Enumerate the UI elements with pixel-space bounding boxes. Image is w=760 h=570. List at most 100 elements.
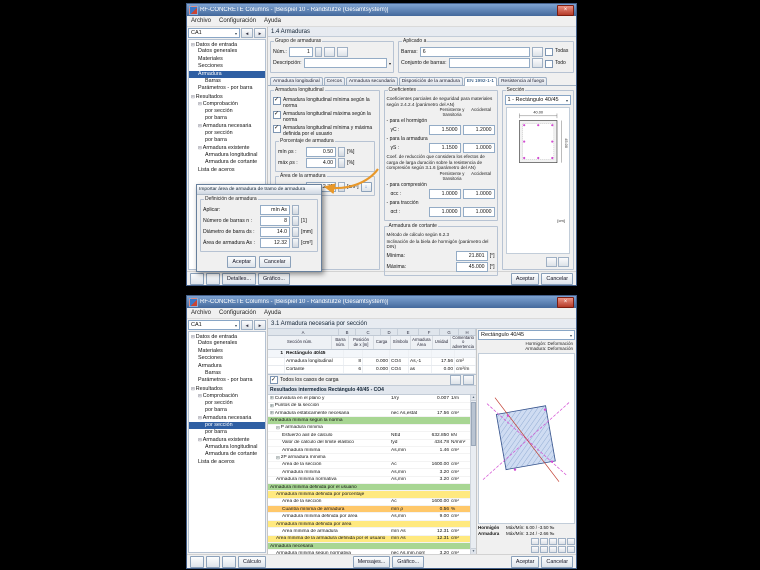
table-filter-button[interactable] — [450, 375, 461, 386]
dialog-field[interactable]: 14.0 — [260, 227, 290, 237]
tree-item[interactable]: por barra — [189, 407, 265, 414]
dialog-field[interactable]: mín As — [260, 205, 290, 215]
result-row[interactable]: Armadura mínima As,mín 1.46 cm² — [268, 447, 470, 455]
column-letter[interactable]: F — [419, 329, 440, 335]
view-button[interactable] — [558, 546, 566, 553]
coefficient-field[interactable]: 1.0000 — [428, 207, 461, 218]
column-header[interactable]: Carga — [374, 336, 391, 350]
tree-item[interactable]: Armadura — [189, 70, 265, 78]
result-row[interactable]: Armadura mínima definida por porcentaje — [268, 491, 470, 499]
min-area-spinner[interactable] — [338, 182, 345, 192]
menu-item[interactable]: Configuración — [219, 310, 256, 316]
previous-case-button[interactable]: ◄ — [241, 28, 253, 38]
result-row[interactable]: Curvatura en el plano y 1/ry 0.007 1/m — [268, 395, 470, 403]
group-number-field[interactable]: 1 — [288, 47, 313, 57]
result-row[interactable]: Área mínima de la armadura definida por … — [268, 535, 470, 544]
tree-item[interactable]: por sección — [189, 130, 265, 137]
ok-button[interactable]: Aceptar — [510, 272, 540, 285]
tree-item[interactable]: por sección — [189, 400, 265, 407]
result-row[interactable]: Valor de cálculo del límite elástico fyd… — [268, 440, 470, 447]
dialog-cancel-button[interactable]: Cancelar — [259, 256, 291, 268]
dialog-spinner[interactable] — [292, 238, 299, 248]
settings-button[interactable] — [190, 272, 204, 285]
strut-angle-field[interactable]: 21.801 — [455, 250, 488, 261]
close-icon[interactable]: × — [557, 296, 574, 308]
result-row[interactable]: Cuantía mínima de armadura mín ρ 0.56 % — [268, 506, 470, 514]
tree-item[interactable]: por barra — [189, 115, 265, 122]
coefficient-field[interactable]: 1.0000 — [462, 189, 495, 200]
tree-item[interactable]: Armadura necesaria — [189, 414, 265, 421]
percentage-field[interactable]: 0.50 — [306, 147, 336, 157]
tab[interactable]: Cercos — [323, 77, 345, 85]
pick-bars-button[interactable] — [532, 47, 543, 57]
graphic-button[interactable]: Gráfico... — [392, 555, 425, 568]
column-header[interactable]: Sección núm. — [268, 336, 333, 350]
result-row[interactable]: Armadura mínima definida por área — [268, 520, 470, 529]
result-row[interactable]: Armadura mínima definida por el usuario — [268, 483, 470, 492]
dialog-title[interactable]: Importar área de armadura de tramo de ar… — [197, 185, 321, 195]
titlebar[interactable]: RF-CONCRETE Columns - [Beispiel 10 - Ran… — [187, 296, 576, 308]
result-row[interactable]: Área de la sección Ac 1600.00 cm² — [268, 462, 470, 470]
result-row[interactable]: Armadura estáticamente necesaria nec As,… — [268, 410, 470, 418]
result-row[interactable]: Armadura mínima según la norma — [268, 417, 470, 425]
result-row[interactable]: 2P armadura mínima — [268, 454, 470, 462]
coefficient-field[interactable]: 1.2000 — [462, 125, 495, 136]
menu-item[interactable]: Archivo — [191, 18, 211, 24]
table-row[interactable]: Cortante 6 0.000 CO4 as 0.00 cm²/m — [268, 366, 479, 375]
view-button[interactable] — [540, 538, 548, 545]
result-row[interactable]: Armadura mínima As,mín 3.20 cm² — [268, 469, 470, 477]
tree-item[interactable]: Comprobación — [189, 100, 265, 107]
tree-item[interactable]: Armadura existente — [189, 436, 265, 443]
scrollbar-thumb[interactable] — [471, 402, 476, 447]
dialog-spinner[interactable] — [292, 205, 299, 215]
view-button[interactable] — [549, 538, 557, 545]
calculation-button[interactable]: Cálculo — [238, 555, 266, 568]
tree-item[interactable]: Armadura longitudinal — [189, 444, 265, 451]
tree-item[interactable]: por barra — [189, 137, 265, 144]
reinforcement-option-checkbox[interactable] — [273, 125, 281, 133]
tree-item[interactable]: Armadura de cortante — [189, 159, 265, 166]
bars-field[interactable]: 6 — [419, 47, 530, 57]
tree-item[interactable]: Secciones — [189, 355, 265, 362]
table-sort-button[interactable] — [463, 375, 474, 386]
tree-item[interactable]: Datos generales — [189, 340, 265, 347]
units-button[interactable] — [206, 272, 220, 285]
tree-item[interactable]: Armadura de cortante — [189, 451, 265, 458]
reinforcement-option-checkbox[interactable] — [273, 111, 281, 119]
next-case-button[interactable]: ► — [254, 28, 266, 38]
section-combo[interactable]: Rectángulo 40/45 ▾ — [478, 330, 575, 340]
tree-item[interactable]: Parámetros - por barra — [189, 377, 265, 384]
result-row[interactable]: Armadura mínima según normativa nec As,m… — [268, 550, 470, 554]
tab[interactable]: Armadura secundaria — [345, 77, 398, 85]
coefficient-field[interactable]: 1.0000 — [462, 207, 495, 218]
all-load-cases-checkbox[interactable] — [270, 376, 278, 385]
coefficient-field[interactable]: 1.0000 — [462, 143, 495, 154]
settings-button[interactable] — [190, 555, 204, 568]
print-button[interactable] — [222, 555, 236, 568]
tree-item[interactable]: Armadura longitudinal — [189, 152, 265, 159]
scroll-down-icon[interactable]: ▼ — [471, 548, 476, 554]
column-letter[interactable]: B — [339, 329, 356, 335]
section-edit-button[interactable] — [558, 256, 569, 267]
next-case-button[interactable]: ► — [254, 320, 266, 330]
ok-button[interactable]: Aceptar — [510, 555, 540, 568]
table-row[interactable]: 1 Rectángulo 40/45 — [268, 350, 479, 359]
tree-item[interactable]: por barra — [189, 429, 265, 436]
close-icon[interactable]: × — [557, 4, 574, 16]
column-letter[interactable]: D — [381, 329, 398, 335]
tab[interactable]: Disposición de la armadura — [398, 77, 463, 85]
tree-item[interactable]: Resultados — [189, 385, 265, 392]
column-header[interactable]: Barra núm. — [332, 336, 350, 350]
menu-item[interactable]: Ayuda — [264, 310, 281, 316]
set-of-bars-field[interactable] — [448, 58, 530, 68]
table-row[interactable]: Armadura longitudinal 8 0.000 CO4 As,-1 … — [268, 358, 479, 367]
menu-item[interactable]: Ayuda — [264, 18, 281, 24]
view-button[interactable] — [567, 538, 575, 545]
coefficient-field[interactable]: 1.5000 — [428, 125, 461, 136]
dialog-field[interactable]: 12.32 — [260, 238, 290, 248]
all-sets-checkbox[interactable] — [545, 60, 553, 68]
previous-case-button[interactable]: ◄ — [241, 320, 253, 330]
tab[interactable]: Armadura longitudinal — [270, 77, 323, 85]
view-button[interactable] — [531, 546, 539, 553]
tab[interactable]: EN 1992-1-1 — [463, 77, 498, 86]
